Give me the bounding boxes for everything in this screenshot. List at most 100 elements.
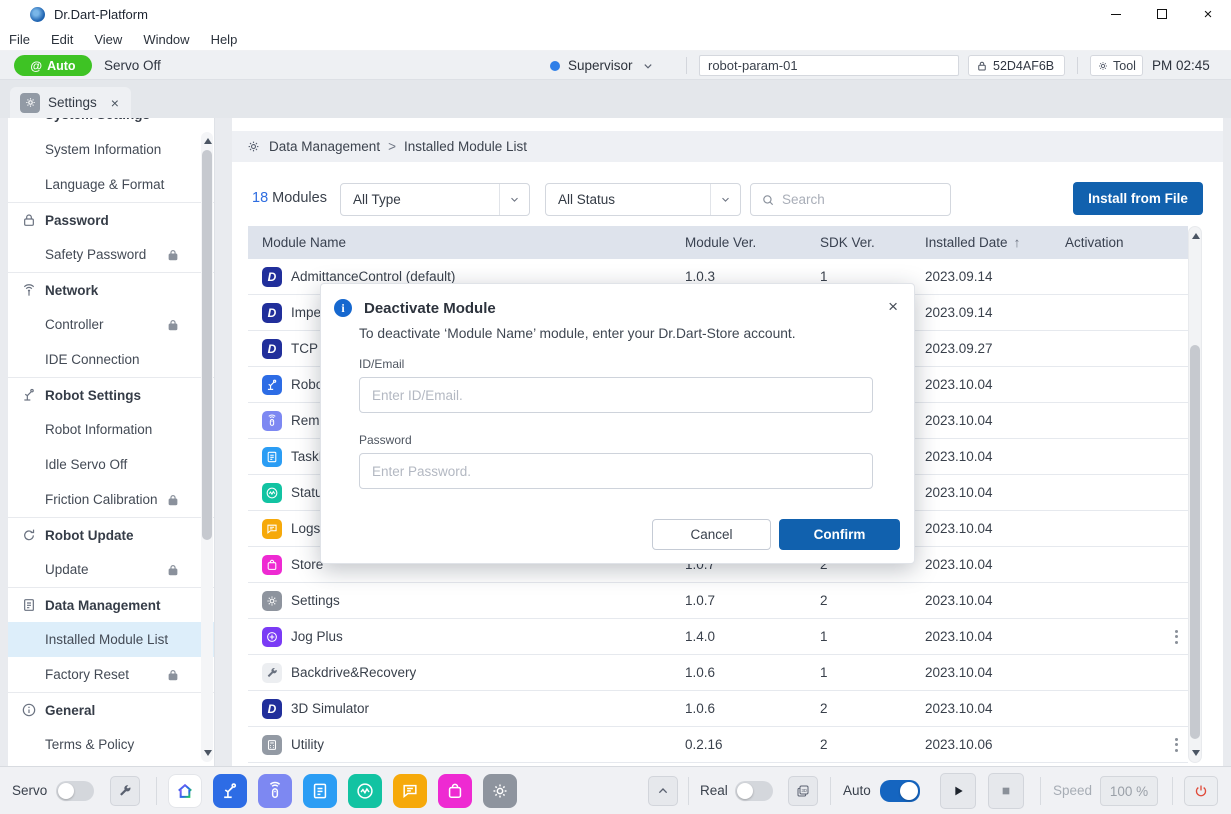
sidebar-item-controller[interactable]: Controller [8,307,214,342]
sidebar-item-robot-update[interactable]: Robot Update [8,517,214,552]
row-menu-icon[interactable] [1175,738,1178,752]
collapse-up-button[interactable] [648,776,678,806]
column-module-ver[interactable]: Module Ver. [685,235,820,250]
search-field[interactable] [750,183,951,216]
lock-icon [166,318,180,332]
table-row[interactable]: Settings 1.0.722023.10.04 [248,583,1188,619]
column-activation[interactable]: Activation [1065,235,1165,250]
column-installed-date[interactable]: Installed Date↑ [925,235,1065,250]
sort-ascending-icon[interactable]: ↑ [1014,235,1021,250]
sidebar-item-installed-module-list[interactable]: Installed Module List [8,622,214,657]
table-row[interactable]: Jog Plus 1.4.012023.10.04 [248,619,1188,655]
table-header: Module Name Module Ver. SDK Ver. Install… [248,226,1188,259]
app-task-editor-icon[interactable] [303,774,337,808]
type-filter-select[interactable]: All Type [340,183,530,216]
dart-d-icon: D [262,699,282,719]
gear-icon [1097,60,1109,72]
play-button[interactable] [940,773,976,809]
sidebar-item-terms-policy[interactable]: Terms & Policy [8,727,214,762]
real-toggle[interactable] [735,781,773,801]
wrench-button[interactable] [110,776,140,806]
auto-toggle[interactable] [880,780,920,802]
sidebar-item-ide-connection[interactable]: IDE Connection [8,342,214,377]
power-button[interactable] [1184,776,1218,806]
menu-file[interactable]: File [9,32,30,47]
table-row[interactable]: D3D Simulator 1.0.622023.10.04 [248,691,1188,727]
chevron-down-icon [710,184,740,215]
servo-toggle[interactable] [56,781,94,801]
scroll-down-icon[interactable] [204,750,212,756]
app-settings-icon[interactable] [483,774,517,808]
row-menu-icon[interactable] [1175,630,1178,644]
role-selector[interactable]: Supervisor [550,55,655,76]
search-input[interactable] [782,192,932,207]
sidebar-item-password[interactable]: Password [8,202,214,237]
title-bar: Dr.Dart-Platform × [0,0,1231,28]
robot-serial-badge[interactable]: 52D4AF6B [968,55,1065,76]
app-remote-icon[interactable] [258,774,292,808]
tool-button[interactable]: Tool [1090,55,1143,76]
maximize-button[interactable] [1139,0,1185,28]
sidebar-item-system-settings[interactable]: System Settings [8,118,214,132]
param-set-input[interactable] [699,55,959,76]
dialog-title: Deactivate Module [364,300,496,317]
sidebar-item-update[interactable]: Update [8,552,214,587]
dialog-close-icon[interactable]: × [888,297,898,317]
stop-button[interactable] [988,773,1024,809]
sidebar-item-general[interactable]: General [8,692,214,727]
sidebar-item-data-management[interactable]: Data Management [8,587,214,622]
sidebar-item-network[interactable]: Network [8,272,214,307]
menu-edit[interactable]: Edit [51,32,73,47]
menu-window[interactable]: Window [143,32,189,47]
remote-icon [262,411,282,431]
sidebar-scrollbar[interactable] [201,132,213,762]
scrollbar-thumb[interactable] [202,150,212,540]
confirm-button[interactable]: Confirm [779,519,900,550]
sidebar-item-robot-settings[interactable]: Robot Settings [8,377,214,412]
cancel-button[interactable]: Cancel [652,519,771,550]
real-label: Real [700,783,728,798]
store-icon [262,555,282,575]
column-module-name[interactable]: Module Name [262,235,685,250]
app-logs-icon[interactable] [393,774,427,808]
minimize-button[interactable] [1093,0,1139,28]
auto-mode-icon: @ [30,59,42,73]
close-button[interactable]: × [1185,0,1231,28]
tab-settings[interactable]: Settings × [10,87,131,118]
speed-value[interactable]: 100 % [1100,776,1158,806]
scrollbar-thumb[interactable] [1190,345,1200,739]
column-sdk-ver[interactable]: SDK Ver. [820,235,925,250]
table-scrollbar[interactable] [1188,226,1202,763]
search-icon [761,193,775,207]
app-status-icon[interactable] [348,774,382,808]
status-filter-select[interactable]: All Status [545,183,741,216]
app-robot-icon[interactable] [213,774,247,808]
install-from-file-button[interactable]: Install from File [1073,182,1203,215]
sidebar-item-factory-reset[interactable]: Factory Reset [8,657,214,692]
play-icon [950,783,966,799]
app-home-icon[interactable] [168,774,202,808]
sidebar-item-safety-password[interactable]: Safety Password [8,237,214,272]
jog-plus-icon [262,627,282,647]
3d-view-button[interactable]: 3D [788,776,818,806]
breadcrumb-section[interactable]: Data Management [269,139,380,154]
password-field[interactable] [359,453,873,489]
id-email-label: ID/Email [359,357,914,371]
sidebar-item-language-format[interactable]: Language & Format [8,167,214,202]
table-row[interactable]: Backdrive&Recovery 1.0.612023.10.04 [248,655,1188,691]
scroll-up-icon[interactable] [204,138,212,144]
id-email-field[interactable] [359,377,873,413]
document-icon [21,597,37,613]
scroll-up-icon[interactable] [1192,233,1200,239]
sidebar-item-system-information[interactable]: System Information [8,132,214,167]
scroll-down-icon[interactable] [1192,750,1200,756]
menu-help[interactable]: Help [211,32,238,47]
sidebar-item-friction-calibration[interactable]: Friction Calibration [8,482,214,517]
sidebar-item-idle-servo-off[interactable]: Idle Servo Off [8,447,214,482]
tab-close-icon[interactable]: × [111,95,119,111]
menu-view[interactable]: View [94,32,122,47]
app-store-icon[interactable] [438,774,472,808]
table-row[interactable]: Utility 0.2.1622023.10.06 [248,727,1188,763]
sidebar-item-robot-information[interactable]: Robot Information [8,412,214,447]
deactivate-module-dialog: i Deactivate Module × To deactivate ‘Mod… [320,283,915,564]
